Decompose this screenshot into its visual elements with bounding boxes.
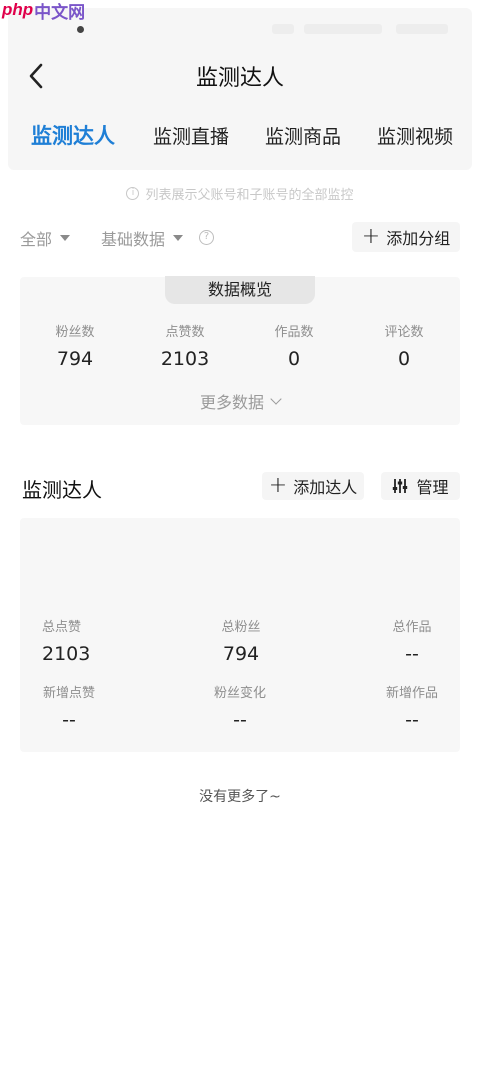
cell-total-works: 总作品 -- [384, 616, 440, 665]
stat-label: 评论数 [384, 325, 424, 340]
stat-likes: 点赞数 2103 [140, 321, 230, 370]
cell-total-followers: 总粉丝 794 [214, 616, 268, 665]
cell-label: 粉丝变化 [213, 686, 266, 701]
cell-total-likes: 总点赞 2103 [42, 616, 90, 665]
notice-label: 列表展示父账号和子账号的全部监控 [145, 188, 354, 203]
overview-tag: 数据概览 [165, 276, 315, 304]
cell-value: 794 [222, 643, 260, 665]
tab-monitor-experts[interactable]: 监测达人 [31, 120, 115, 150]
more-data-button[interactable]: 更多数据 [20, 389, 460, 413]
status-bar-icon [77, 26, 84, 33]
manage-button[interactable]: 管理 [381, 472, 460, 500]
add-expert-label: 添加达人 [293, 478, 358, 497]
notice-text: i 列表展示父账号和子账号的全部监控 [0, 184, 480, 203]
basic-data-label: 基础数据 [101, 230, 166, 249]
plus-icon: + [361, 224, 381, 249]
all-filter-dropdown[interactable]: 全部 [20, 226, 71, 250]
cell-label: 总粉丝 [221, 620, 261, 635]
cell-value: -- [405, 709, 419, 731]
data-overview-card: 数据概览 粉丝数 794 点赞数 2103 作品数 0 评论数 0 更多数据 [20, 276, 460, 425]
add-expert-button[interactable]: + 添加达人 [262, 472, 364, 500]
cell-follower-change: 粉丝变化 -- [213, 682, 267, 731]
cell-new-likes: 新增点赞 -- [42, 682, 96, 731]
tab-monitor-live[interactable]: 监测直播 [153, 122, 229, 149]
all-filter-label: 全部 [20, 230, 53, 249]
stat-value: 2103 [160, 348, 210, 370]
cell-value: -- [405, 643, 419, 665]
tab-bar: 监测达人 监测直播 监测商品 监测视频 [0, 122, 480, 154]
info-icon: i [126, 187, 140, 200]
cell-new-works: 新增作品 -- [384, 682, 440, 731]
section-title: 监测达人 [22, 478, 102, 502]
chevron-down-icon [270, 393, 282, 405]
stat-comments: 评论数 0 [359, 321, 449, 370]
status-bar-signal-icon [272, 24, 294, 34]
cell-value: 2103 [42, 643, 91, 665]
stat-value: 0 [397, 348, 411, 370]
more-data-label: 更多数据 [199, 393, 264, 412]
tab-monitor-videos[interactable]: 监测视频 [377, 122, 453, 149]
plus-icon: + [268, 473, 288, 498]
stat-works: 作品数 0 [249, 321, 339, 370]
watermark-php: php [2, 0, 34, 19]
caret-down-icon [173, 235, 184, 241]
help-icon[interactable]: ? [199, 230, 214, 245]
stat-label: 作品数 [274, 325, 314, 340]
basic-data-dropdown[interactable]: 基础数据 [101, 226, 184, 250]
cell-label: 总作品 [392, 620, 432, 635]
stat-value: 0 [287, 348, 301, 370]
app-page: php 中文网 监测达人 监测达人 监测直播 监测商品 监测视频 i 列表展示父… [0, 0, 480, 1066]
watermark-logo: php 中文网 [2, 0, 86, 22]
end-of-list-text: 没有更多了~ [199, 789, 281, 805]
stat-label: 粉丝数 [55, 325, 95, 340]
expert-card[interactable]: 总点赞 2103 总粉丝 794 总作品 -- 新增点赞 -- 粉丝变化 -- … [20, 518, 460, 752]
stat-label: 点赞数 [165, 325, 205, 340]
watermark-cn: 中文网 [34, 2, 86, 22]
tab-monitor-products[interactable]: 监测商品 [265, 122, 341, 149]
cell-label: 新增作品 [385, 686, 438, 701]
caret-down-icon [60, 235, 71, 241]
page-title: 监测达人 [195, 66, 284, 91]
stat-value: 794 [56, 348, 94, 370]
add-group-button[interactable]: + 添加分组 [352, 222, 460, 252]
stat-followers: 粉丝数 794 [30, 321, 120, 370]
cell-value: -- [62, 709, 76, 731]
status-bar-network-icon [304, 24, 382, 34]
cell-label: 新增点赞 [42, 686, 95, 701]
add-group-label: 添加分组 [386, 229, 451, 248]
sliders-icon [393, 479, 408, 493]
manage-label: 管理 [416, 478, 449, 497]
cell-label: 总点赞 [42, 620, 82, 635]
filter-bar: 全部 基础数据 ? + 添加分组 [0, 222, 480, 254]
status-bar-battery-icon [396, 24, 448, 34]
cell-value: -- [233, 709, 247, 731]
